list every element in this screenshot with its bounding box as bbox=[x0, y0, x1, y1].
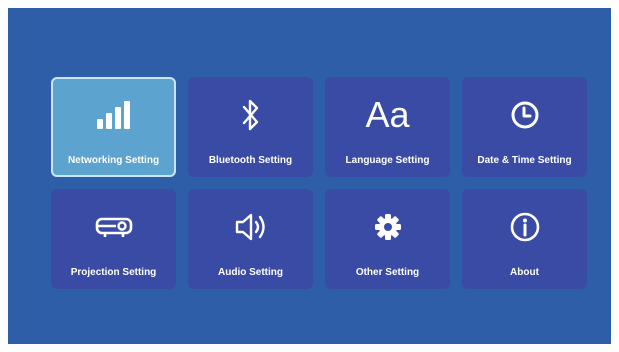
other-setting-tile[interactable]: Other Setting bbox=[325, 189, 450, 289]
about-tile[interactable]: About bbox=[462, 189, 587, 289]
bluetooth-setting-tile[interactable]: Bluetooth Setting bbox=[188, 77, 313, 177]
projection-setting-tile[interactable]: Projection Setting bbox=[51, 189, 176, 289]
other-setting-label: Other Setting bbox=[355, 267, 420, 278]
signal-bars-icon bbox=[53, 95, 174, 135]
gear-icon bbox=[325, 207, 450, 247]
projection-setting-label: Projection Setting bbox=[70, 267, 157, 278]
language-icon-text: Aa bbox=[365, 94, 410, 135]
settings-screen: Networking Setting Bluetooth Setting Aa … bbox=[8, 8, 611, 344]
date-time-setting-tile[interactable]: Date & Time Setting bbox=[462, 77, 587, 177]
language-icon: Aa bbox=[325, 95, 450, 135]
bluetooth-setting-label: Bluetooth Setting bbox=[208, 155, 293, 166]
info-icon bbox=[462, 207, 587, 247]
language-setting-label: Language Setting bbox=[345, 155, 430, 166]
bluetooth-icon bbox=[188, 95, 313, 135]
speaker-icon bbox=[188, 207, 313, 247]
language-setting-tile[interactable]: Aa Language Setting bbox=[325, 77, 450, 177]
projector-icon bbox=[51, 207, 176, 247]
about-label: About bbox=[510, 267, 539, 278]
audio-setting-tile[interactable]: Audio Setting bbox=[188, 189, 313, 289]
clock-icon bbox=[462, 95, 587, 135]
audio-setting-label: Audio Setting bbox=[218, 267, 283, 278]
networking-setting-tile[interactable]: Networking Setting bbox=[51, 77, 176, 177]
date-time-setting-label: Date & Time Setting bbox=[477, 155, 572, 166]
networking-setting-label: Networking Setting bbox=[67, 155, 160, 166]
